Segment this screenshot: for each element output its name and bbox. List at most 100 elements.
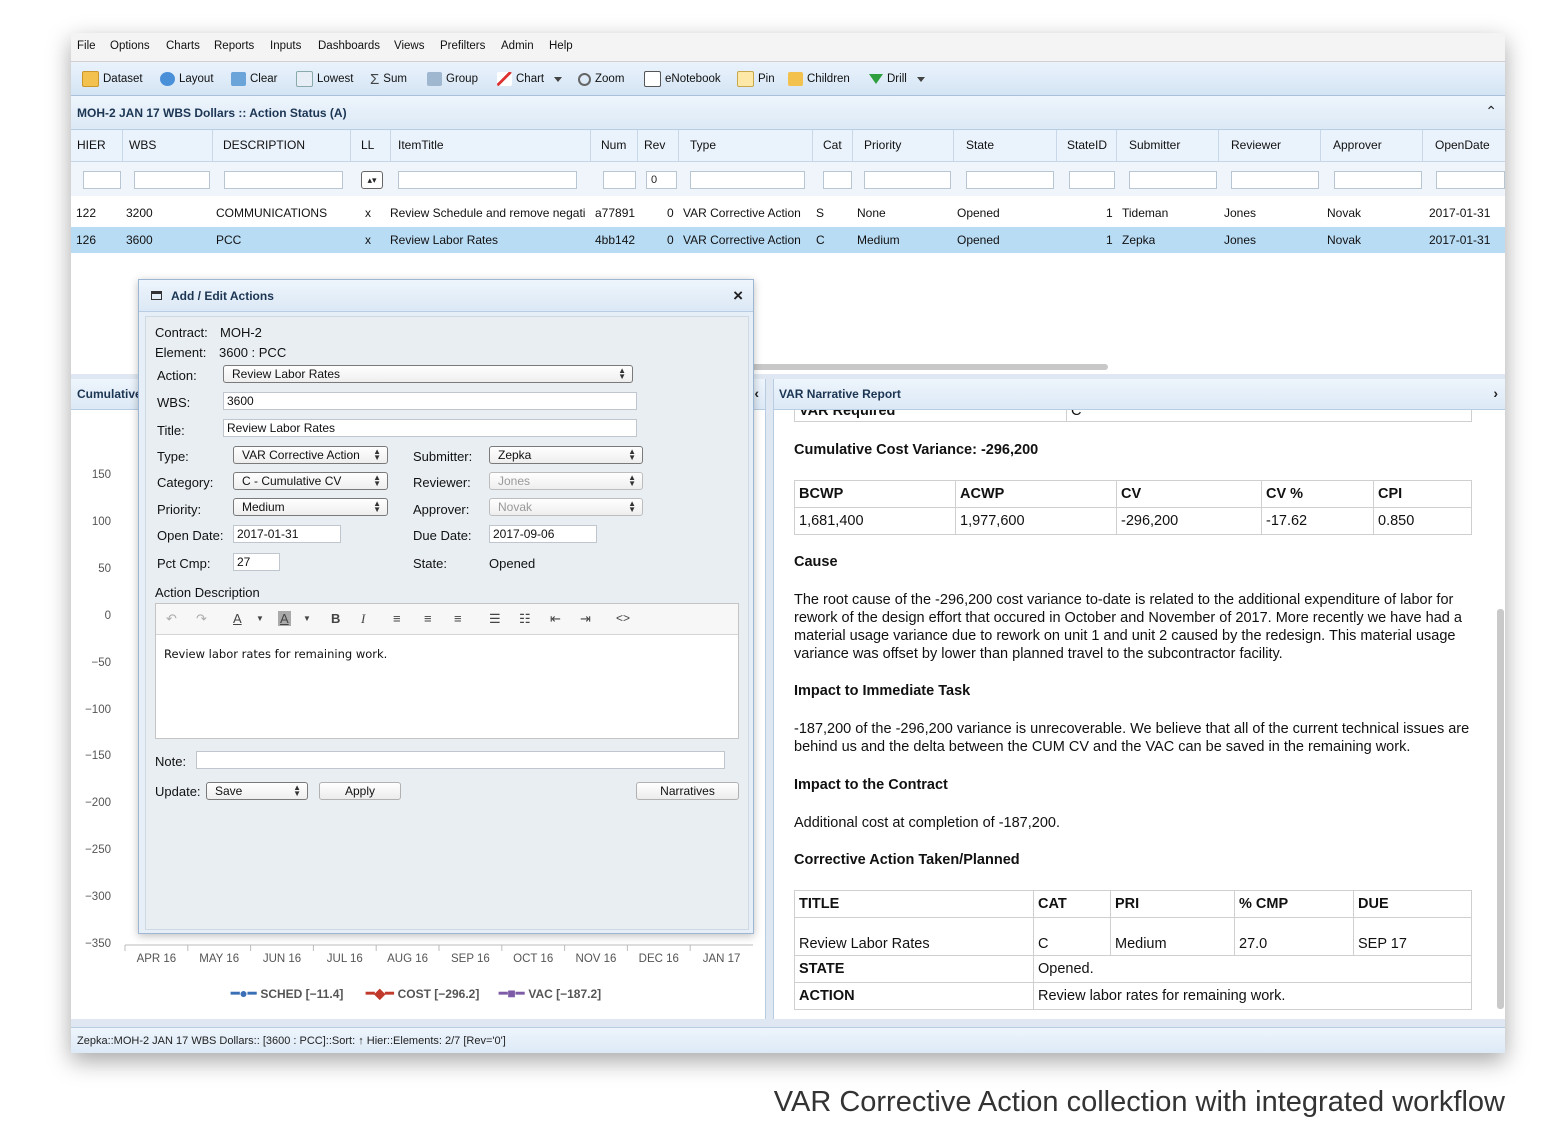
numbered-list-icon[interactable]: ☷ bbox=[519, 611, 531, 627]
filter-approver-input[interactable] bbox=[1334, 171, 1422, 189]
menu-views[interactable]: Views bbox=[394, 40, 424, 52]
priority-select[interactable]: Medium ▲ ▼ bbox=[233, 498, 388, 516]
col-type[interactable]: Type bbox=[679, 130, 813, 161]
filter-state-input[interactable] bbox=[966, 171, 1054, 189]
clear-button[interactable]: Clear bbox=[231, 70, 277, 88]
highlight-color-icon[interactable]: A bbox=[278, 611, 291, 626]
outdent-icon[interactable]: ⇤ bbox=[550, 611, 561, 627]
action-select[interactable]: Review Labor Rates ▲ ▼ bbox=[223, 365, 633, 383]
col-num[interactable]: Num bbox=[591, 130, 638, 161]
col-priority[interactable]: Priority bbox=[853, 130, 954, 161]
reviewer-select[interactable]: Jones ▲ ▼ bbox=[489, 472, 643, 490]
filter-type-input[interactable] bbox=[690, 171, 805, 189]
pin-button[interactable]: Pin bbox=[737, 70, 775, 88]
filter-itemtitle-input[interactable] bbox=[398, 171, 577, 189]
col-ll[interactable]: LL bbox=[351, 130, 391, 161]
apply-button[interactable]: Apply bbox=[319, 782, 401, 800]
col-cat[interactable]: Cat bbox=[813, 130, 853, 161]
undo-icon[interactable]: ↶ bbox=[166, 611, 177, 627]
menu-reports[interactable]: Reports bbox=[214, 40, 254, 52]
chevron-down-icon[interactable]: ▼ bbox=[256, 614, 264, 623]
dataset-button[interactable]: Dataset bbox=[82, 70, 143, 88]
legend-sched[interactable]: ━●━ SCHED [−11.4] bbox=[231, 985, 343, 1002]
menu-admin[interactable]: Admin bbox=[501, 40, 534, 52]
italic-icon[interactable]: I bbox=[361, 611, 365, 627]
col-rev[interactable]: Rev bbox=[638, 130, 679, 161]
updown-icon: ▲ ▼ bbox=[628, 447, 636, 462]
bullet-list-icon[interactable]: ☰ bbox=[489, 611, 501, 627]
filter-description-input[interactable] bbox=[224, 171, 343, 189]
menu-prefilters[interactable]: Prefilters bbox=[440, 40, 485, 52]
note-field[interactable] bbox=[196, 751, 725, 769]
col-reviewer[interactable]: Reviewer bbox=[1219, 130, 1321, 161]
col-state[interactable]: State bbox=[954, 130, 1057, 161]
bold-icon[interactable]: B bbox=[331, 611, 340, 626]
align-center-icon[interactable]: ≡ bbox=[424, 611, 432, 626]
type-select[interactable]: VAR Corrective Action ▲ ▼ bbox=[233, 446, 388, 464]
update-select[interactable]: Save ▲ ▼ bbox=[206, 782, 308, 800]
approver-select[interactable]: Novak ▲ ▼ bbox=[489, 498, 643, 516]
col-opendate[interactable]: OpenDate bbox=[1423, 130, 1505, 161]
category-select[interactable]: C - Cumulative CV ▲ ▼ bbox=[233, 472, 388, 490]
filter-reviewer-input[interactable] bbox=[1231, 171, 1319, 189]
children-button[interactable]: Children bbox=[788, 70, 850, 88]
col-stateid[interactable]: StateID bbox=[1057, 130, 1117, 161]
cell-reviewer: Jones bbox=[1224, 233, 1257, 247]
menu-dashboards[interactable]: Dashboards bbox=[318, 40, 380, 52]
group-button[interactable]: Group bbox=[427, 70, 478, 88]
menu-charts[interactable]: Charts bbox=[166, 40, 200, 52]
grid-horizontal-scrollbar[interactable] bbox=[751, 364, 1108, 370]
col-itemtitle[interactable]: ItemTitle bbox=[391, 130, 591, 161]
close-icon[interactable]: × bbox=[733, 286, 743, 306]
expand-right-icon[interactable]: › bbox=[1493, 385, 1498, 401]
align-left-icon[interactable]: ≡ bbox=[393, 611, 401, 626]
sum-button[interactable]: Σ Sum bbox=[370, 70, 407, 88]
redo-icon[interactable]: ↷ bbox=[196, 611, 207, 627]
menu-help[interactable]: Help bbox=[549, 40, 573, 52]
filter-submitter-input[interactable] bbox=[1129, 171, 1217, 189]
table-row[interactable]: 126 3600 PCC x Review Labor Rates 4bb142… bbox=[71, 227, 1505, 253]
filter-rev-input[interactable]: 0 bbox=[646, 171, 677, 189]
col-approver[interactable]: Approver bbox=[1321, 130, 1423, 161]
col-submitter[interactable]: Submitter bbox=[1117, 130, 1219, 161]
filter-cat-input[interactable] bbox=[823, 171, 852, 189]
zoom-button[interactable]: Zoom bbox=[578, 70, 624, 88]
menu-file[interactable]: File bbox=[77, 40, 96, 52]
filter-wbs-input[interactable] bbox=[134, 171, 210, 189]
font-color-icon[interactable]: A bbox=[233, 611, 242, 626]
narratives-button[interactable]: Narratives bbox=[636, 782, 739, 800]
filter-num-input[interactable] bbox=[603, 171, 636, 189]
title-field[interactable]: Review Labor Rates bbox=[223, 419, 637, 437]
filter-priority-input[interactable] bbox=[864, 171, 951, 189]
dialog-title-bar[interactable]: Add / Edit Actions × bbox=[139, 280, 753, 312]
col-description[interactable]: DESCRIPTION bbox=[213, 130, 351, 161]
filter-ll-select[interactable]: ▴▾ bbox=[361, 171, 383, 189]
collapse-icon[interactable]: ⌃ bbox=[1485, 103, 1497, 120]
chart-button[interactable]: Chart bbox=[497, 70, 563, 88]
narrative-vertical-scrollbar[interactable] bbox=[1497, 609, 1504, 1009]
due-date-field[interactable]: 2017-09-06 bbox=[489, 525, 597, 543]
source-code-icon[interactable]: <> bbox=[616, 611, 630, 625]
legend-vac[interactable]: ━■━ VAC [−187.2] bbox=[499, 985, 601, 1002]
enotebook-button[interactable]: eNotebook bbox=[644, 70, 721, 88]
col-hier[interactable]: HIER bbox=[71, 130, 123, 161]
open-date-field[interactable]: 2017-01-31 bbox=[233, 525, 341, 543]
drill-button[interactable]: Drill bbox=[869, 70, 925, 88]
align-right-icon[interactable]: ≡ bbox=[454, 611, 462, 626]
indent-icon[interactable]: ⇥ bbox=[580, 611, 591, 627]
filter-opendate-input[interactable] bbox=[1436, 171, 1505, 189]
submitter-select[interactable]: Zepka ▲ ▼ bbox=[489, 446, 643, 464]
action-description-textarea[interactable]: Review labor rates for remaining work. bbox=[156, 635, 738, 737]
table-row[interactable]: 122 3200 COMMUNICATIONS x Review Schedul… bbox=[71, 200, 1505, 226]
menu-options[interactable]: Options bbox=[110, 40, 150, 52]
legend-cost[interactable]: ━◆━ COST [−296.2] bbox=[366, 985, 479, 1002]
layout-button[interactable]: Layout bbox=[160, 70, 214, 88]
wbs-field[interactable]: 3600 bbox=[223, 392, 637, 410]
col-wbs[interactable]: WBS bbox=[123, 130, 213, 161]
lowest-button[interactable]: Lowest bbox=[296, 70, 353, 88]
filter-stateid-input[interactable] bbox=[1069, 171, 1115, 189]
pct-cmp-field[interactable]: 27 bbox=[233, 553, 280, 571]
menu-inputs[interactable]: Inputs bbox=[270, 40, 301, 52]
chevron-down-icon[interactable]: ▼ bbox=[303, 614, 311, 623]
filter-hier-input[interactable] bbox=[83, 171, 121, 189]
